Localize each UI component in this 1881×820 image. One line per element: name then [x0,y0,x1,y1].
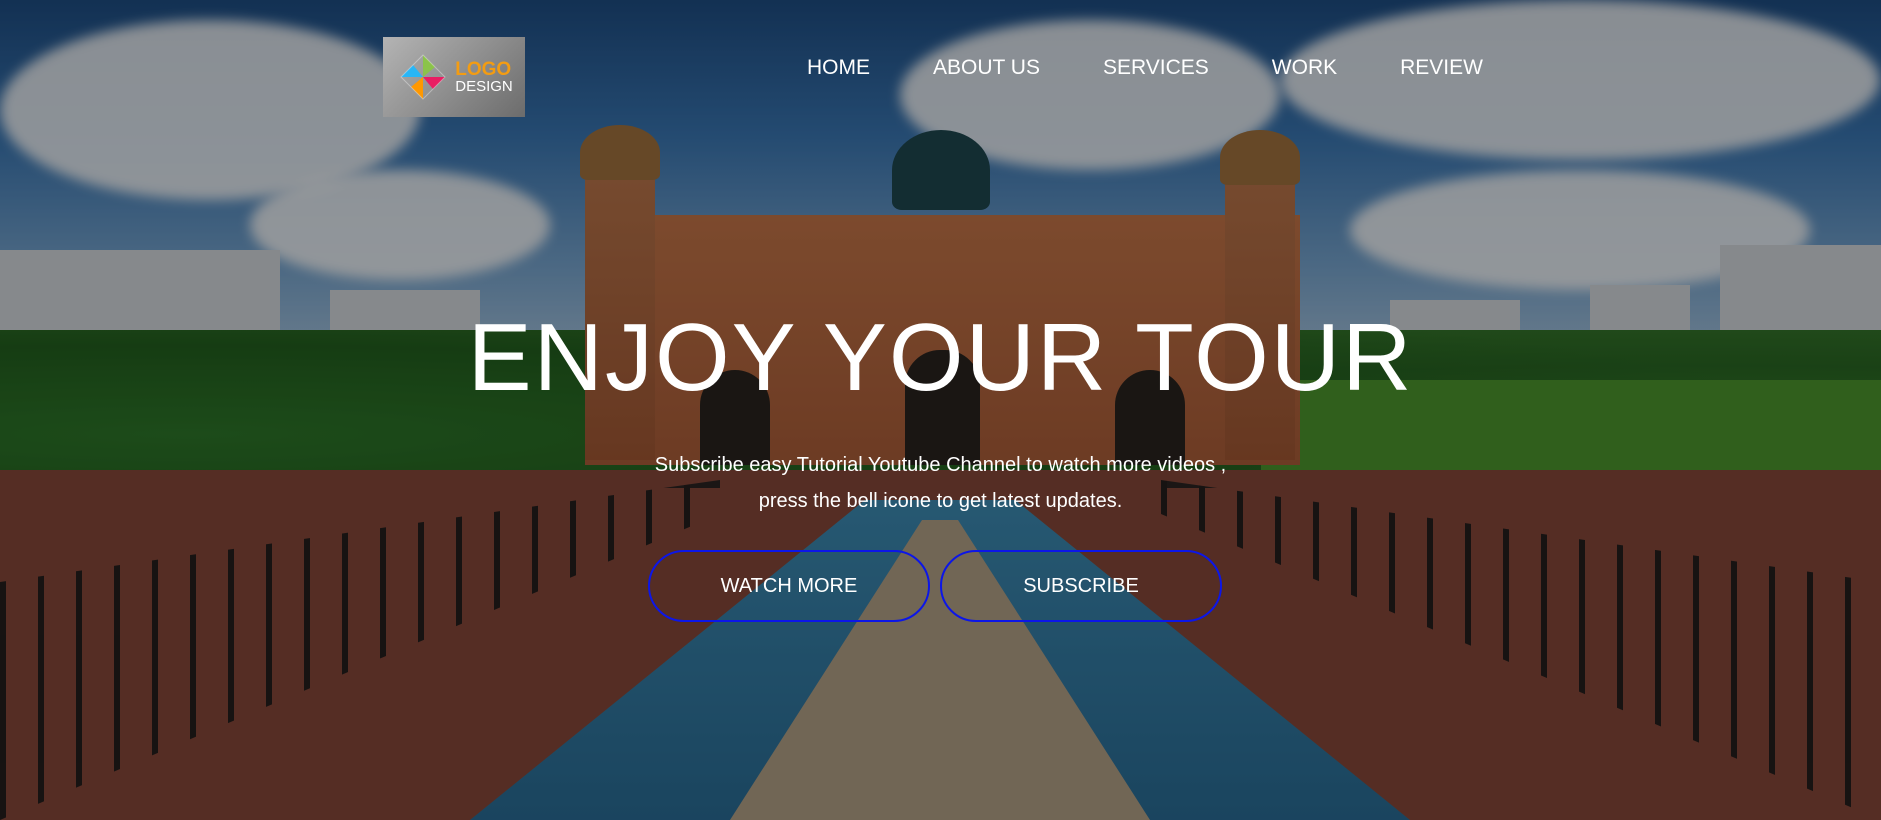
watch-more-button[interactable]: WATCH MORE [648,550,930,622]
nav-link-services[interactable]: SERVICES [1103,56,1209,80]
nav-link-home[interactable]: HOME [807,56,870,80]
nav-item-services: SERVICES [1103,56,1209,80]
hero-subtitle-line1: Subscribe easy Tutorial Youtube Channel … [654,454,1227,476]
hero-subtitle-line2: press the bell icone to get latest updat… [758,490,1123,512]
nav-item-review: REVIEW [1400,56,1483,80]
logo[interactable]: LOGO DESIGN [383,37,525,117]
nav-link-work[interactable]: WORK [1272,56,1337,80]
hero-title: ENJOY YOUR TOUR [467,304,1414,411]
logo-text-line1: LOGO [455,59,512,80]
nav-item-work: WORK [1272,56,1337,80]
logo-mark-icon [400,54,446,100]
subscribe-button[interactable]: SUBSCRIBE [940,550,1222,622]
nav-link-about-us[interactable]: ABOUT US [933,56,1040,80]
logo-text-line2: DESIGN [455,78,513,95]
logo-text: LOGO DESIGN [455,60,513,94]
nav-item-about-us: ABOUT US [933,56,1040,80]
nav-item-home: HOME [807,56,870,80]
nav-link-review[interactable]: REVIEW [1400,56,1483,80]
main-nav: HOME ABOUT US SERVICES WORK REVIEW [807,56,1483,80]
